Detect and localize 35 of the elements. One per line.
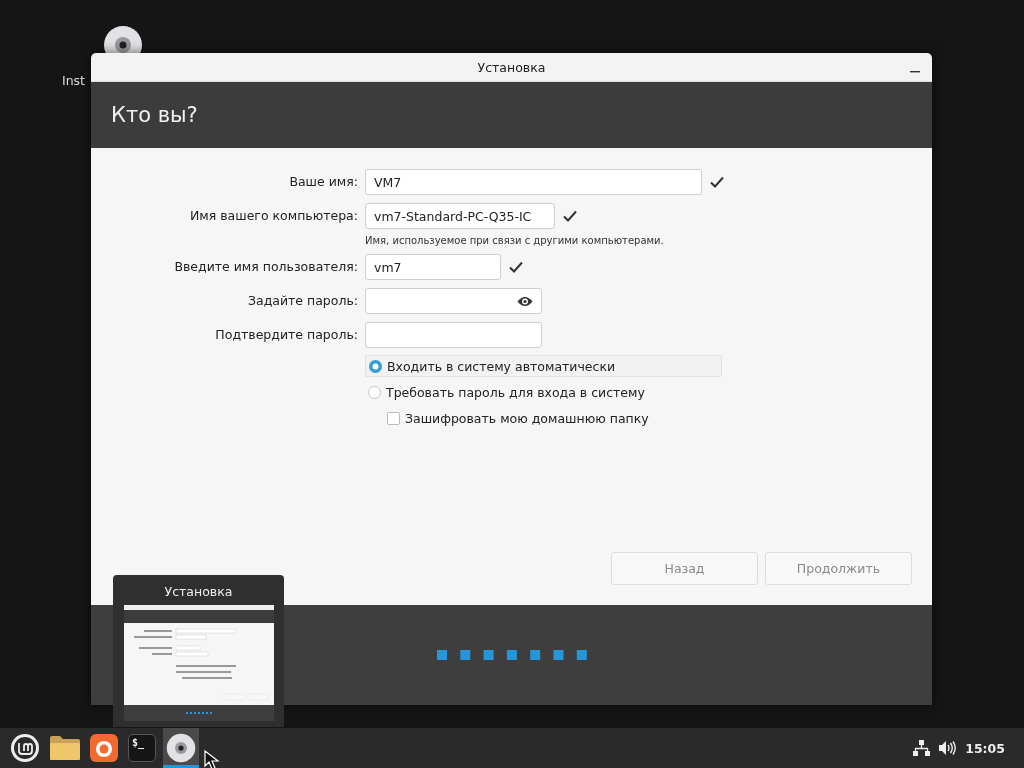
browser-icon[interactable] xyxy=(90,734,118,762)
checkbox[interactable] xyxy=(387,411,400,425)
field-label: Задайте пароль: xyxy=(246,292,358,310)
desktop-icon-label[interactable]: Inst xyxy=(62,73,86,88)
checkbox-option[interactable]: Зашифровать мою домашнюю папку xyxy=(365,407,722,429)
field-label: Введите имя пользователя: xyxy=(173,258,358,276)
input-field[interactable]: vm7-Standard-PC-Q35-IC xyxy=(365,203,555,229)
radio-option[interactable]: Требовать пароль для входа в систему xyxy=(365,381,722,403)
network-icon[interactable] xyxy=(913,740,931,756)
terminal-icon[interactable]: $_ xyxy=(128,734,156,762)
hint-text: Имя, используемое при связи с другими компьютерами. xyxy=(365,235,665,246)
eye-icon[interactable] xyxy=(517,296,533,307)
clock: 15:05 xyxy=(965,740,1005,756)
input-field[interactable] xyxy=(365,288,542,314)
input-field[interactable]: VM7 xyxy=(365,169,702,195)
checkmark-icon xyxy=(563,210,577,222)
field-label: Ваше имя: xyxy=(288,173,358,191)
radio-button[interactable] xyxy=(369,359,382,373)
field-label: Подтвердите пароль: xyxy=(214,326,358,344)
preview-title: Установка xyxy=(164,584,233,599)
window-thumbnail-drawing[interactable] xyxy=(123,605,274,721)
disc-icon xyxy=(166,733,196,763)
folder-icon[interactable] xyxy=(50,735,80,761)
checkmark-icon xyxy=(509,261,523,273)
page-heading: Кто вы? xyxy=(111,103,198,127)
volume-icon[interactable] xyxy=(939,741,957,755)
input-field[interactable] xyxy=(365,322,542,348)
checkmark-icon xyxy=(710,176,724,188)
cursor-icon xyxy=(204,750,220,768)
field-label: Имя вашего компьютера: xyxy=(188,207,358,225)
menu-icon[interactable] xyxy=(10,733,40,763)
radio-button[interactable] xyxy=(368,385,381,399)
input-field[interactable]: vm7 xyxy=(365,254,501,280)
radio-option[interactable]: Входить в систему автоматически xyxy=(365,355,722,377)
window-title: Установка xyxy=(477,59,546,75)
